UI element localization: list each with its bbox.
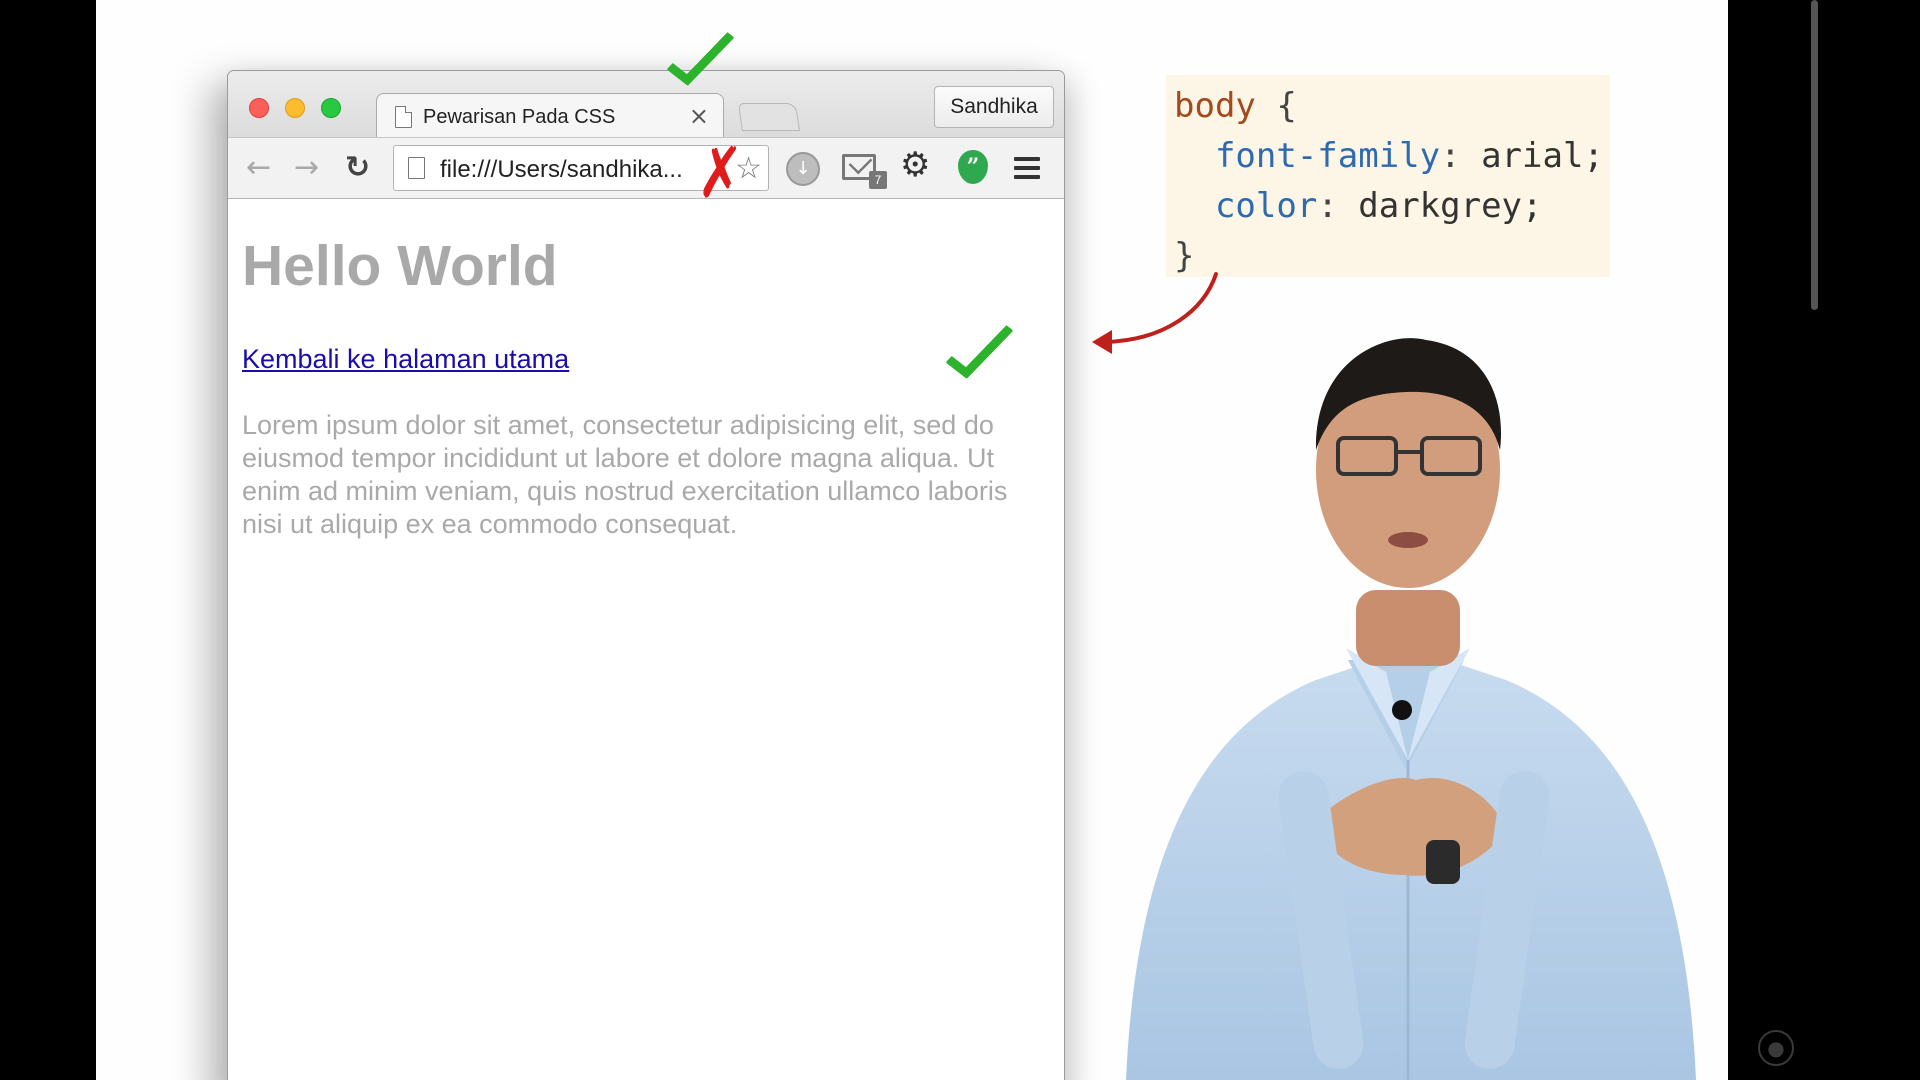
css-code-panel: body { font-family: arial; color: darkgr… — [1166, 75, 1610, 277]
page-viewport: Hello World Kembali ke halaman utama Lor… — [228, 199, 1064, 1080]
browser-titlebar: Pewarisan Pada CSS × Sandhika — [228, 71, 1064, 139]
page-icon — [408, 157, 425, 179]
url-text[interactable]: file:///Users/sandhika... — [440, 156, 720, 184]
mail-extension-icon[interactable]: 7 — [842, 154, 887, 189]
back-arrow-icon[interactable]: ← — [246, 150, 271, 185]
watermark-icon: ● — [1758, 1030, 1794, 1066]
browser-toolbar: ← → ↻ file:///Users/sandhika... ☆ ↓ 7 ⚙ … — [228, 137, 1064, 199]
new-tab-button[interactable] — [738, 103, 800, 131]
code-line-3: color: darkgrey; — [1214, 186, 1543, 226]
forward-arrow-icon[interactable]: → — [294, 150, 319, 185]
close-window-button[interactable] — [249, 98, 269, 118]
reload-icon[interactable]: ↻ — [345, 150, 370, 185]
code-line-1: body { — [1174, 86, 1297, 126]
page-paragraph: Lorem ipsum dolor sit amet, consectetur … — [242, 410, 1008, 539]
cross-icon: ✗ — [696, 132, 744, 214]
mail-badge: 7 — [869, 171, 887, 189]
code-line-4: } — [1174, 236, 1195, 276]
back-to-home-link[interactable]: Kembali ke halaman utama — [242, 344, 569, 375]
scrollbar[interactable] — [1728, 0, 1824, 1080]
browser-tab[interactable]: Pewarisan Pada CSS × — [376, 93, 724, 139]
download-extension-icon[interactable]: ↓ — [786, 152, 820, 186]
checkmark-icon — [673, 20, 725, 86]
gear-icon[interactable]: ⚙ — [900, 145, 930, 185]
minimize-window-button[interactable] — [285, 98, 305, 118]
maximize-window-button[interactable] — [321, 98, 341, 118]
page-heading: Hello World — [242, 234, 558, 298]
hamburger-menu-icon[interactable] — [1014, 157, 1040, 179]
code-line-2: font-family: arial; — [1214, 136, 1604, 176]
tab-close-icon[interactable]: × — [689, 102, 709, 130]
browser-window: Pewarisan Pada CSS × Sandhika ← → ↻ file… — [227, 70, 1065, 1080]
document-icon — [395, 106, 412, 128]
presenter-image — [1126, 338, 1696, 1080]
checkmark-icon — [952, 313, 1004, 379]
profile-button[interactable]: Sandhika — [934, 86, 1054, 128]
hangouts-icon[interactable]: ” — [958, 150, 988, 184]
video-frame: Pewarisan Pada CSS × Sandhika ← → ↻ file… — [96, 0, 1824, 1080]
scroll-thumb[interactable] — [1811, 0, 1818, 310]
tab-title: Pewarisan Pada CSS — [423, 106, 616, 128]
